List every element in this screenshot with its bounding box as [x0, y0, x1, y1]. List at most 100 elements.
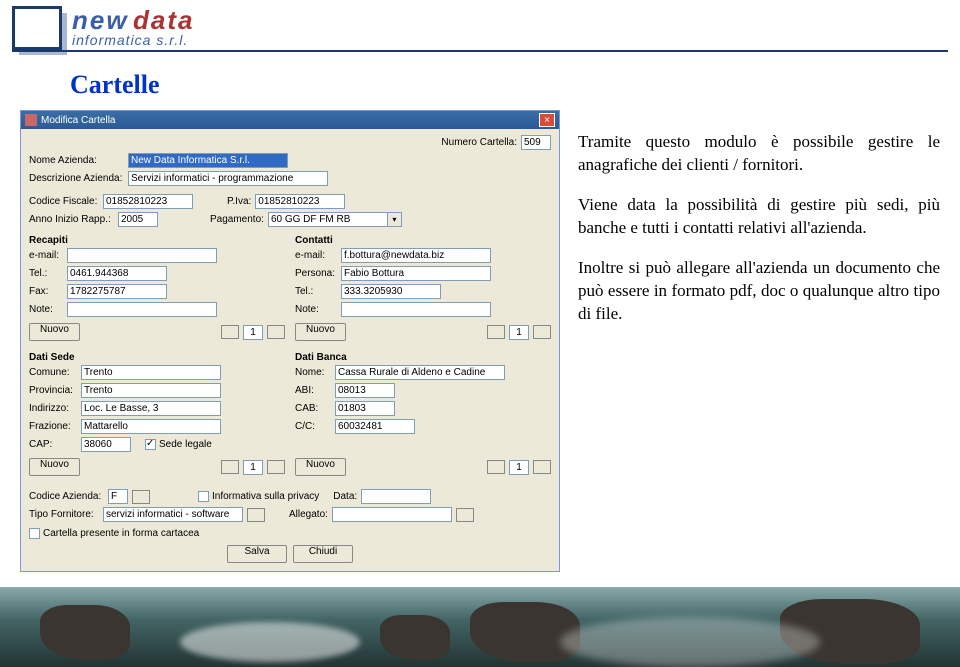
page-title: Cartelle	[70, 70, 960, 100]
informativa-privacy-check[interactable]: Informativa sulla privacy	[198, 491, 319, 502]
modifica-cartella-dialog: Modifica Cartella × Numero Cartella: Nom…	[20, 110, 560, 572]
codice-azienda-lookup[interactable]	[132, 490, 150, 504]
tipo-fornitore-label: Tipo Fornitore:	[29, 509, 99, 520]
provincia-label: Provincia:	[29, 385, 77, 396]
tel1-label: Tel.:	[29, 268, 63, 279]
checkbox-icon[interactable]	[198, 491, 209, 502]
cap-input[interactable]	[81, 437, 131, 452]
nuovo-sede-button[interactable]: Nuovo	[29, 458, 80, 476]
provincia-input[interactable]	[81, 383, 221, 398]
prev-banca-button[interactable]	[487, 460, 505, 474]
email-label: e-mail:	[29, 250, 63, 261]
footer-image	[0, 587, 960, 667]
cab-input[interactable]	[335, 401, 395, 416]
email2-input[interactable]	[341, 248, 491, 263]
comune-input[interactable]	[81, 365, 221, 380]
next-contatto-button[interactable]	[533, 325, 551, 339]
fax-label: Fax:	[29, 286, 63, 297]
dialog-titlebar: Modifica Cartella ×	[21, 111, 559, 129]
data-input[interactable]	[361, 489, 431, 504]
recapito-index[interactable]	[243, 325, 263, 340]
frazione-input[interactable]	[81, 419, 221, 434]
email2-label: e-mail:	[295, 250, 337, 261]
tipo-fornitore-lookup[interactable]	[247, 508, 265, 522]
recapiti-section: Recapiti	[29, 235, 285, 246]
nuovo-contatto-button[interactable]: Nuovo	[295, 323, 346, 341]
checkbox-icon[interactable]	[145, 439, 156, 450]
banca-index[interactable]	[509, 460, 529, 475]
close-icon[interactable]: ×	[539, 113, 555, 127]
nuovo-recapito-button[interactable]: Nuovo	[29, 323, 80, 341]
allegato-input[interactable]	[332, 507, 452, 522]
email1-input[interactable]	[67, 248, 217, 263]
pagamento-label: Pagamento:	[210, 214, 264, 225]
banca-nome-label: Nome:	[295, 367, 331, 378]
cc-input[interactable]	[335, 419, 415, 434]
nome-azienda-label: Nome Azienda:	[29, 155, 124, 166]
tipo-fornitore-input[interactable]	[103, 507, 243, 522]
persona-label: Persona:	[295, 268, 337, 279]
cf-input[interactable]	[103, 194, 193, 209]
cap-label: CAP:	[29, 439, 77, 450]
header-divider	[12, 50, 948, 52]
prev-sede-button[interactable]	[221, 460, 239, 474]
codice-azienda-input[interactable]	[108, 489, 128, 504]
data-label: Data:	[333, 491, 357, 502]
pagamento-select[interactable]: ▾	[268, 212, 402, 227]
salva-button[interactable]: Salva	[227, 545, 287, 563]
body-p1: Tramite questo modulo è possibile gestir…	[578, 131, 940, 177]
banca-nome-input[interactable]	[335, 365, 505, 380]
chevron-down-icon[interactable]: ▾	[388, 212, 402, 227]
nome-azienda-input[interactable]	[128, 153, 288, 168]
note2-label: Note:	[295, 304, 337, 315]
cab-label: CAB:	[295, 403, 331, 414]
indirizzo-label: Indirizzo:	[29, 403, 77, 414]
fax-input[interactable]	[67, 284, 167, 299]
note1-input[interactable]	[67, 302, 217, 317]
contatto-index[interactable]	[509, 325, 529, 340]
note1-label: Note:	[29, 304, 63, 315]
tel2-label: Tel.:	[295, 286, 337, 297]
abi-label: ABI:	[295, 385, 331, 396]
cf-label: Codice Fiscale:	[29, 196, 99, 207]
anno-input[interactable]	[118, 212, 158, 227]
brand: new data informatica s.r.l.	[72, 7, 195, 49]
tel1-input[interactable]	[67, 266, 167, 281]
abi-input[interactable]	[335, 383, 395, 398]
chiudi-button[interactable]: Chiudi	[293, 545, 353, 563]
nuovo-banca-button[interactable]: Nuovo	[295, 458, 346, 476]
dialog-icon	[25, 114, 37, 126]
prev-recapito-button[interactable]	[221, 325, 239, 339]
allegato-browse-button[interactable]	[456, 508, 474, 522]
sede-index[interactable]	[243, 460, 263, 475]
checkbox-icon[interactable]	[29, 528, 40, 539]
tel2-input[interactable]	[341, 284, 441, 299]
brand-subtitle: informatica s.r.l.	[72, 32, 188, 48]
persona-input[interactable]	[341, 266, 491, 281]
anno-label: Anno Inizio Rapp.:	[29, 214, 114, 225]
prev-contatto-button[interactable]	[487, 325, 505, 339]
numero-cartella-label: Numero Cartella:	[441, 137, 517, 148]
descrizione-input[interactable]	[128, 171, 328, 186]
note2-input[interactable]	[341, 302, 491, 317]
dati-banca-section: Dati Banca	[295, 352, 551, 363]
piva-label: P.Iva:	[227, 196, 251, 207]
piva-input[interactable]	[255, 194, 345, 209]
contatti-section: Contatti	[295, 235, 551, 246]
indirizzo-input[interactable]	[81, 401, 221, 416]
body-p2: Viene data la possibilità di gestire più…	[578, 194, 940, 240]
cc-label: C/C:	[295, 421, 331, 432]
dati-sede-section: Dati Sede	[29, 352, 285, 363]
cartacea-check[interactable]: Cartella presente in forma cartacea	[29, 528, 199, 539]
codice-azienda-label: Codice Azienda:	[29, 491, 104, 502]
page-header: new data informatica s.r.l.	[0, 0, 960, 50]
body-text: Tramite questo modulo è possibile gestir…	[578, 110, 940, 572]
sede-legale-check[interactable]: Sede legale	[145, 439, 212, 450]
next-sede-button[interactable]	[267, 460, 285, 474]
next-banca-button[interactable]	[533, 460, 551, 474]
comune-label: Comune:	[29, 367, 77, 378]
numero-cartella-input[interactable]	[521, 135, 551, 150]
next-recapito-button[interactable]	[267, 325, 285, 339]
body-p3: Inoltre si può allegare all'azienda un d…	[578, 257, 940, 326]
allegato-label: Allegato:	[289, 509, 328, 520]
